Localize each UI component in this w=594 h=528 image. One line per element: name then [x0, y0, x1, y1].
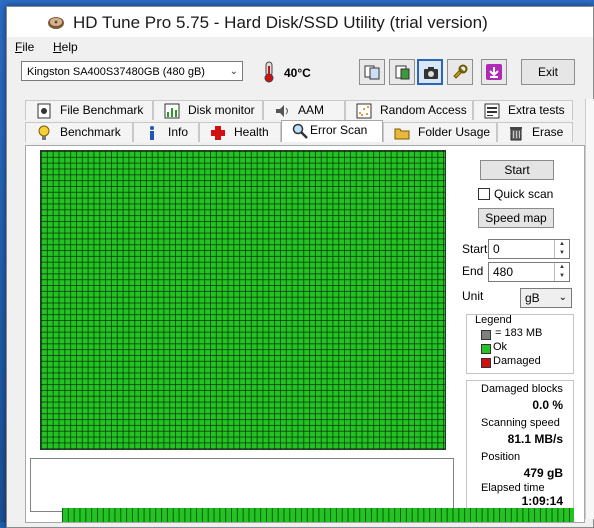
tab-aam[interactable]: AAM [263, 100, 345, 120]
magnifier-icon [292, 123, 308, 139]
tab-disk-monitor[interactable]: Disk monitor [153, 100, 263, 120]
chevron-down-icon: ⌄ [229, 66, 238, 77]
damaged-blocks-value: 0.0 % [532, 398, 563, 412]
end-position-label: End [462, 264, 484, 278]
damaged-blocks-label: Damaged blocks [481, 383, 563, 395]
tab-random-access[interactable]: Random Access [345, 100, 473, 120]
menu-bar: File Help [7, 37, 593, 57]
tab-label: Folder Usage [418, 125, 491, 139]
tabs-top-row: File Benchmark Disk monitor AAM Random A… [25, 100, 573, 120]
legend-ok-swatch [481, 344, 491, 354]
quick-scan-label: Quick scan [494, 187, 554, 201]
legend-title: Legend [475, 314, 512, 326]
thermometer-icon [264, 61, 274, 83]
scanning-speed-label: Scanning speed [481, 417, 560, 429]
legend-damaged-swatch [481, 358, 491, 368]
clipboard-icon [395, 65, 410, 80]
scanning-speed-value: 81.1 MB/s [507, 432, 563, 446]
wrench-icon [453, 64, 468, 79]
elapsed-time-label: Elapsed time [481, 482, 545, 494]
legend-ok-label: Ok [493, 341, 508, 353]
unit-select[interactable]: gB ⌄ [520, 288, 572, 308]
exit-button[interactable]: Exit [521, 59, 575, 85]
screenshot-button[interactable] [417, 59, 443, 85]
elapsed-time-value: 1:09:14 [521, 494, 563, 508]
tab-info[interactable]: Info [133, 122, 199, 142]
info-icon [150, 126, 154, 140]
scan-block-grid [40, 150, 446, 450]
tabs-bottom-row: Benchmark Info Health Error Scan Folder … [25, 120, 573, 142]
unit-label: Unit [462, 289, 484, 303]
tab-label: File Benchmark [60, 103, 144, 117]
legend-damaged-label: Damaged [493, 355, 541, 367]
position-label: Position [481, 451, 521, 463]
tab-label: Random Access [380, 103, 467, 117]
end-position-input[interactable]: 480 ▲ ▼ [488, 262, 570, 282]
camera-icon [424, 67, 438, 79]
start-position-value: 0 [493, 242, 500, 256]
download-arrow-icon [486, 64, 502, 80]
window-title: HD Tune Pro 5.75 - Hard Disk/SSD Utility… [73, 13, 488, 32]
tab-health[interactable]: Health [199, 122, 281, 142]
copy-icon [364, 65, 380, 80]
tab-file-benchmark[interactable]: File Benchmark [25, 100, 153, 120]
background-scan-grid [62, 508, 574, 522]
tab-label: Disk monitor [188, 103, 255, 117]
disk-monitor-icon [164, 103, 180, 119]
tab-label: Health [234, 125, 269, 139]
options-button[interactable] [447, 59, 473, 85]
health-cross-icon [211, 126, 225, 140]
end-position-value: 480 [493, 265, 514, 279]
tab-error-scan[interactable]: Error Scan [281, 120, 383, 142]
scan-log-area[interactable] [30, 458, 454, 512]
unit-value: gB [525, 291, 540, 305]
app-disk-icon [48, 17, 64, 29]
random-access-icon [356, 103, 372, 119]
start-spinner[interactable]: ▲ ▼ [554, 240, 569, 258]
drive-select-value: Kingston SA400S37480GB (480 gB) [27, 66, 205, 78]
start-scan-button[interactable]: Start [480, 160, 554, 180]
tab-label: AAM [298, 103, 325, 117]
legend-block-size: = 183 MB [495, 327, 543, 339]
toolbar: Kingston SA400S37480GB (480 gB) ⌄ 40°C E… [7, 57, 593, 97]
trash-icon [510, 127, 522, 141]
speed-map-button[interactable]: Speed map [478, 208, 554, 228]
temperature-readout: 40°C [284, 66, 311, 80]
position-value: 479 gB [523, 466, 563, 480]
copy-info-button[interactable] [359, 59, 385, 85]
statistics-group: Damaged blocks 0.0 % Scanning speed 81.1… [466, 380, 574, 510]
chevron-down-icon: ⌄ [558, 292, 567, 303]
quick-scan-checkbox[interactable] [478, 188, 490, 200]
tab-extra-tests[interactable]: Extra tests [473, 100, 573, 120]
tab-folder-usage[interactable]: Folder Usage [383, 122, 497, 142]
error-scan-panel: Start Quick scan Speed map Start 0 ▲ ▼ En… [25, 145, 585, 523]
folder-icon [394, 128, 410, 140]
extra-tests-icon [484, 103, 500, 119]
end-spinner[interactable]: ▲ ▼ [554, 263, 569, 281]
title-bar[interactable]: HD Tune Pro 5.75 - Hard Disk/SSD Utility… [7, 7, 593, 40]
tab-label: Erase [532, 125, 564, 139]
tab-label: Error Scan [310, 123, 368, 137]
tab-label: Benchmark [60, 125, 121, 139]
tab-erase[interactable]: Erase [497, 122, 573, 142]
speaker-icon [276, 105, 288, 117]
file-benchmark-icon [37, 103, 51, 119]
start-position-input[interactable]: 0 ▲ ▼ [488, 239, 570, 259]
legend-group: Legend = 183 MB Ok Damaged [466, 314, 574, 374]
legend-block-swatch [481, 330, 491, 340]
tab-label: Extra tests [508, 103, 565, 117]
main-window: HD Tune Pro 5.75 - Hard Disk/SSD Utility… [6, 6, 594, 528]
start-position-label: Start [462, 242, 488, 256]
menu-file[interactable]: File [15, 40, 34, 54]
background-window-edge [585, 99, 594, 519]
tab-label: Info [168, 125, 189, 139]
drive-select[interactable]: Kingston SA400S37480GB (480 gB) ⌄ [21, 61, 243, 81]
save-info-button[interactable] [389, 59, 415, 85]
menu-help[interactable]: Help [53, 40, 78, 54]
download-button[interactable] [481, 59, 507, 85]
lightbulb-icon [38, 125, 50, 140]
tab-benchmark[interactable]: Benchmark [25, 122, 133, 142]
